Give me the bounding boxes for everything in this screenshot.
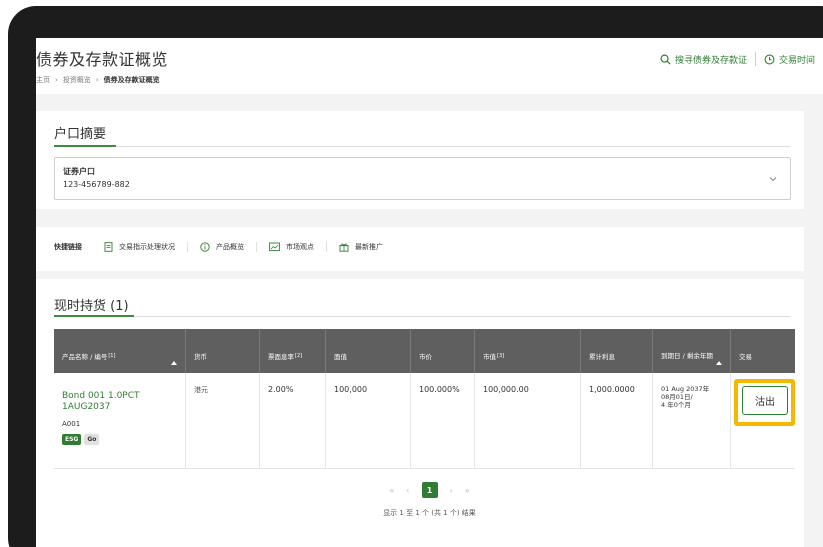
section-divider	[54, 146, 790, 147]
holdings-card: 现时持货 (1) 产品名称 / 编号 [1] 货币 票面息率 [2] 面值 市价 市…	[36, 279, 804, 547]
column-label: 市值	[483, 353, 496, 361]
cell-face-value: 100,000	[326, 373, 411, 468]
cell-maturity: 01 Aug 2037年 08月01日/ 4 年0个月	[653, 373, 731, 468]
pagination: « ‹ 1 › »	[36, 482, 823, 498]
page-title: 债券及存款证概览	[36, 50, 169, 69]
table-row: Bond 001 1.0PCT 1AUG2037 A001 ESG Go 港元 …	[54, 373, 795, 469]
cell-market-value: 100,000.00	[475, 373, 581, 468]
search-icon	[660, 54, 671, 65]
column-label: 面值	[334, 353, 347, 361]
quick-link-label: 市场观点	[286, 243, 314, 251]
results-summary: 显示 1 至 1 个 (共 1 个) 结果	[383, 509, 476, 517]
column-header-face-value: 面值	[326, 329, 411, 373]
section-title-underline	[54, 315, 134, 317]
cell-market-price: 100.000%	[411, 373, 475, 468]
last-page-button[interactable]: »	[465, 486, 470, 495]
sell-button[interactable]: 沽出	[742, 386, 788, 415]
breadcrumb-separator-icon: ›	[95, 76, 99, 84]
cell-coupon: 2.00%	[260, 373, 326, 468]
quick-link-market-view[interactable]: 市场观点	[256, 242, 326, 252]
holdings-table: 产品名称 / 编号 [1] 货币 票面息率 [2] 面值 市价 市值 [3] 累计利息…	[54, 329, 795, 469]
breadcrumb-current: 债券及存款证概览	[103, 76, 160, 84]
quick-link-label: 交易指示处理状况	[119, 243, 175, 251]
column-header-currency: 货币	[186, 329, 260, 373]
go-badge: Go	[84, 434, 100, 445]
footnote-marker: [1]	[108, 353, 116, 359]
column-label: 交易	[739, 353, 752, 361]
cell-trade: 沽出	[731, 373, 795, 468]
clock-icon	[764, 54, 775, 64]
quick-link-order-status[interactable]: 交易指示处理状况	[92, 242, 187, 252]
sort-up-icon	[171, 361, 177, 365]
cell-accrued-interest: 1,000.0000	[581, 373, 653, 468]
account-label: 证券户口	[63, 167, 95, 176]
page-header: 债券及存款证概览 主页 › 投资概览 › 债券及存款证概览 搜寻债券及存款证 交…	[36, 38, 823, 94]
prev-page-button[interactable]: ‹	[406, 486, 409, 495]
gift-icon	[339, 243, 349, 252]
quick-links-card: 快捷链接 交易指示处理状况 产品概览 市场观点 最新推广	[36, 227, 804, 271]
maturity-date-cn: 08月01日/	[661, 393, 693, 401]
breadcrumb-investment-overview[interactable]: 投资概览	[63, 75, 91, 85]
breadcrumb-home[interactable]: 主页	[36, 75, 50, 85]
chevron-down-icon	[769, 177, 777, 182]
bond-code: A001	[62, 420, 81, 428]
page-1-button[interactable]: 1	[421, 482, 438, 498]
esg-badge: ESG	[62, 434, 82, 445]
account-select[interactable]: 证券户口 123-456789-882	[54, 157, 791, 200]
column-header-maturity[interactable]: 到期日 / 剩余年期	[653, 329, 731, 373]
header-links: 搜寻债券及存款证 交易时间	[652, 52, 823, 66]
sort-up-icon	[716, 361, 722, 365]
column-label: 产品名称 / 编号	[62, 353, 108, 361]
account-number: 123-456789-882	[63, 180, 130, 189]
cell-product: Bond 001 1.0PCT 1AUG2037 A001 ESG Go	[54, 373, 186, 468]
breadcrumb-separator-icon: ›	[55, 76, 58, 84]
search-bonds-label: 搜寻债券及存款证	[674, 55, 747, 66]
trade-time-link[interactable]: 交易时间	[756, 53, 823, 66]
quick-link-product-overview[interactable]: 产品概览	[187, 242, 256, 252]
column-header-market-value: 市值 [3]	[475, 329, 581, 373]
next-page-button[interactable]: ›	[450, 486, 453, 495]
quick-links: 快捷链接 交易指示处理状况 产品概览 市场观点 最新推广	[54, 242, 395, 252]
table-header: 产品名称 / 编号 [1] 货币 票面息率 [2] 面值 市价 市值 [3] 累计利息…	[54, 329, 795, 373]
quick-link-label: 产品概览	[216, 243, 244, 251]
column-label: 票面息率	[268, 353, 294, 361]
footnote-marker: [3]	[497, 353, 505, 359]
screen: 债券及存款证概览 主页 › 投资概览 › 债券及存款证概览 搜寻债券及存款证 交…	[36, 38, 823, 547]
section-divider	[54, 316, 790, 317]
remaining-term: 4 年0个月	[661, 401, 691, 409]
chart-icon	[269, 242, 280, 252]
column-label: 货币	[194, 353, 207, 361]
column-header-product[interactable]: 产品名称 / 编号 [1]	[54, 329, 186, 373]
column-header-accrued-interest: 累计利息	[581, 329, 653, 373]
holdings-title: 现时持货 (1)	[54, 299, 129, 314]
cell-currency: 港元	[186, 373, 260, 468]
account-summary-card: 户口摘要 证券户口 123-456789-882	[36, 111, 804, 209]
section-title-underline	[54, 145, 116, 147]
product-tags: ESG Go	[62, 434, 177, 445]
quick-link-promotions[interactable]: 最新推广	[326, 242, 395, 252]
column-header-coupon: 票面息率 [2]	[260, 329, 326, 373]
quick-link-label: 最新推广	[355, 243, 383, 251]
column-header-market-price: 市价	[411, 329, 475, 373]
account-summary-title: 户口摘要	[54, 127, 107, 142]
quick-links-label: 快捷链接	[54, 243, 82, 251]
column-header-trade: 交易	[731, 329, 795, 373]
bond-name-link[interactable]: Bond 001 1.0PCT 1AUG2037	[62, 385, 162, 413]
column-label: 累计利息	[589, 353, 615, 361]
search-bonds-link[interactable]: 搜寻债券及存款证	[652, 53, 755, 66]
column-label: 市价	[419, 353, 432, 361]
column-label: 到期日 / 剩余年期	[661, 351, 713, 360]
info-icon	[200, 242, 210, 252]
footnote-marker: [2]	[295, 353, 303, 359]
maturity-date: 01 Aug 2037年	[661, 385, 710, 393]
document-icon	[104, 242, 113, 252]
first-page-button[interactable]: «	[389, 486, 394, 495]
trade-time-label: 交易时间	[778, 55, 815, 66]
breadcrumb: 主页 › 投资概览 › 债券及存款证概览	[36, 75, 160, 85]
